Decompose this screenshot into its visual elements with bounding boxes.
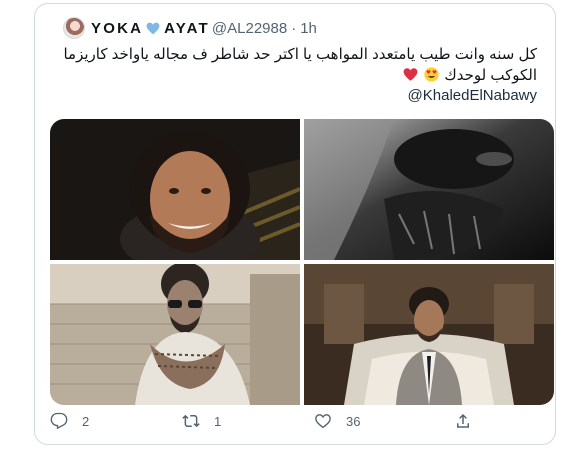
author-handle[interactable]: @AL22988 xyxy=(212,20,287,37)
heart-outline-icon xyxy=(315,414,331,429)
tweet-text: كل سنه وانت طيب يامتعدد المواهب يا اكتر … xyxy=(57,44,537,86)
tweet-text-line-2-wrap: الكوكب لوحدك xyxy=(57,65,537,86)
tweet-actions: 2 1 36 xyxy=(0,412,564,438)
like-count: 36 xyxy=(346,413,361,429)
separator-dot: · xyxy=(291,19,297,37)
heart-eyes-emoji-icon xyxy=(424,67,439,82)
red-heart-emoji-icon xyxy=(403,68,418,81)
share-button[interactable] xyxy=(454,412,486,430)
photo-suit-chair[interactable] xyxy=(304,264,554,405)
author-name-left: YOKA xyxy=(91,19,144,37)
reply-count: 2 xyxy=(82,413,90,429)
author-name-right: AYAT xyxy=(164,19,210,37)
share-icon xyxy=(457,413,469,428)
retweet-count: 1 xyxy=(214,413,222,429)
photo-bw-closeup[interactable] xyxy=(304,119,554,260)
photo-portrait-smiling[interactable] xyxy=(50,119,300,260)
reply-button[interactable]: 2 xyxy=(50,412,89,430)
retweet-icon xyxy=(182,414,200,428)
photo-sepia-scarf[interactable] xyxy=(50,264,300,405)
tweet-text-line-2: الكوكب لوحدك xyxy=(444,67,537,84)
tweet-timestamp[interactable]: 1h xyxy=(300,20,317,37)
like-button[interactable]: 36 xyxy=(314,412,360,430)
tweet-card[interactable]: YOKA AYAT @AL22988 · 1h كل سنه وانت طيب … xyxy=(34,3,556,445)
mention-link[interactable]: @KhaledElNabawy xyxy=(408,87,537,104)
tweet-header: YOKA AYAT @AL22988 · 1h xyxy=(63,17,317,39)
reply-icon xyxy=(50,412,68,430)
avatar[interactable] xyxy=(63,17,85,39)
tweet-text-line-1: كل سنه وانت طيب يامتعدد المواهب يا اكتر … xyxy=(63,46,537,63)
retweet-button[interactable]: 1 xyxy=(182,412,221,430)
author-name[interactable]: YOKA AYAT xyxy=(91,20,210,37)
blue-heart-icon xyxy=(146,22,160,34)
media-grid xyxy=(50,119,554,405)
